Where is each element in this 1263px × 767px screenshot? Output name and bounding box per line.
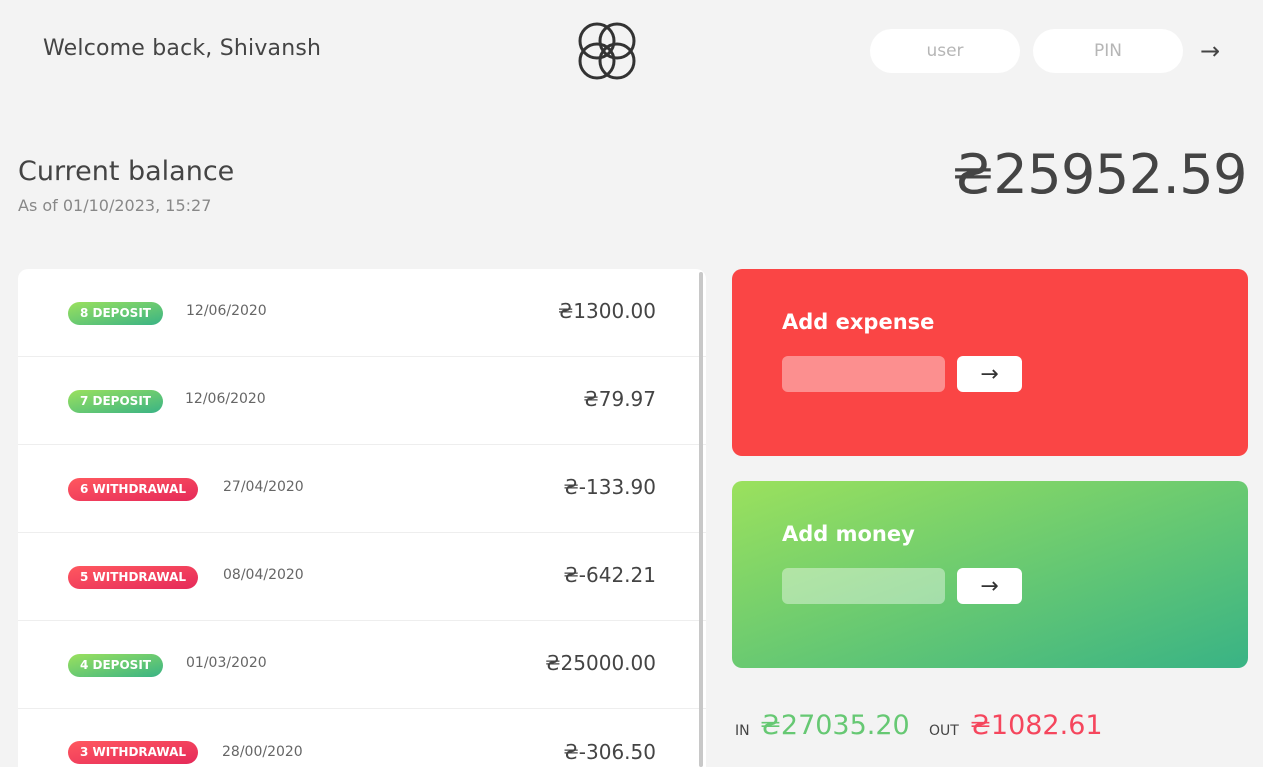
balance-value: ₴25952.59	[952, 143, 1247, 206]
summary-in-label: IN	[735, 723, 750, 739]
welcome-message: Welcome back, Shivansh	[43, 36, 322, 61]
movements-list[interactable]: 8 DEPOSIT 12/06/2020 ₴1300.00 7 DEPOSIT …	[18, 269, 706, 767]
expense-amount-input[interactable]	[782, 356, 945, 392]
login-button[interactable]: →	[1194, 32, 1226, 70]
movement-type-badge: 7 DEPOSIT	[68, 390, 163, 413]
movement-value: ₴-642.21	[563, 563, 656, 587]
movement-row: 6 WITHDRAWAL 27/04/2020 ₴-133.90	[18, 445, 706, 533]
movement-date: 28/00/2020	[222, 744, 303, 760]
add-money-title: Add money	[782, 522, 915, 546]
movement-type-badge: 5 WITHDRAWAL	[68, 566, 199, 589]
add-money-button[interactable]: →	[957, 568, 1022, 604]
summary-out-label: OUT	[929, 723, 959, 739]
movement-value: ₴25000.00	[545, 651, 656, 675]
movement-date: 12/06/2020	[186, 303, 267, 319]
movement-row: 5 WITHDRAWAL 08/04/2020 ₴-642.21	[18, 533, 706, 621]
movement-date: 08/04/2020	[223, 567, 304, 583]
movement-type-badge: 8 DEPOSIT	[68, 302, 163, 325]
movements-scrollbar[interactable]	[699, 272, 703, 767]
movement-value: ₴79.97	[583, 387, 656, 411]
login-pin-input[interactable]	[1033, 29, 1183, 73]
add-expense-button[interactable]: →	[957, 356, 1022, 392]
movement-value: ₴-133.90	[563, 475, 656, 499]
movement-row: 4 DEPOSIT 01/03/2020 ₴25000.00	[18, 621, 706, 709]
movement-date: 12/06/2020	[185, 391, 266, 407]
movement-value: ₴-306.50	[563, 740, 656, 764]
balance-label: Current balance	[18, 156, 235, 187]
money-amount-input[interactable]	[782, 568, 945, 604]
movement-row: 7 DEPOSIT 12/06/2020 ₴79.97	[18, 357, 706, 445]
summary: IN ₴27035.20 OUT ₴1082.61	[732, 708, 1252, 748]
balance-date: As of 01/10/2023, 15:27	[18, 196, 212, 215]
summary-in-value: ₴27035.20	[760, 710, 910, 741]
summary-out-value: ₴1082.61	[970, 710, 1103, 741]
movement-type-badge: 3 WITHDRAWAL	[68, 741, 199, 764]
movement-date: 27/04/2020	[223, 479, 304, 495]
movement-date: 01/03/2020	[186, 655, 267, 671]
movement-type-badge: 4 DEPOSIT	[68, 654, 163, 677]
add-expense-title: Add expense	[782, 310, 935, 334]
login-user-input[interactable]	[870, 29, 1020, 73]
movement-value: ₴1300.00	[557, 299, 656, 323]
movement-type-badge: 6 WITHDRAWAL	[68, 478, 199, 501]
top-nav: Welcome back, Shivansh →	[0, 0, 1263, 100]
movement-row: 8 DEPOSIT 12/06/2020 ₴1300.00	[18, 269, 706, 357]
movement-row: 3 WITHDRAWAL 28/00/2020 ₴-306.50	[18, 709, 706, 767]
add-expense-panel: Add expense →	[732, 269, 1248, 456]
logo-icon	[578, 22, 636, 80]
add-money-panel: Add money →	[732, 481, 1248, 668]
